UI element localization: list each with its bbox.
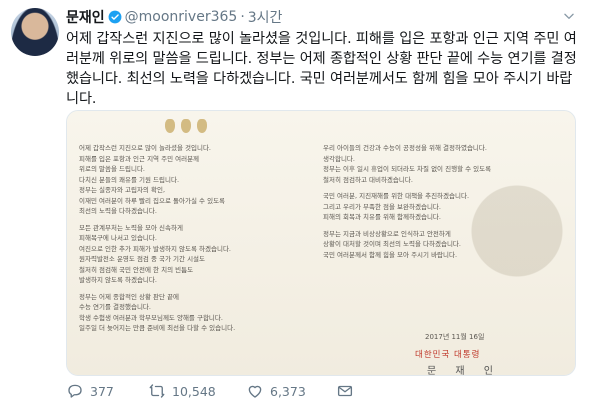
- presidential-emblem-icon: [165, 119, 207, 133]
- letter-line: 다치신 분들의 쾌유를 기원 드립니다.: [79, 175, 180, 184]
- tweet-text: 어제 갑작스런 지진으로 많이 놀라셨을 것입니다. 피해를 입은 포항과 인근…: [66, 31, 577, 107]
- user-handle[interactable]: @moonriver365: [125, 9, 238, 25]
- letter-line: 우리 아이들의 건강과 수능이 공정성을 위해 결정하였습니다.: [323, 144, 487, 152]
- letter-right-column: 우리 아이들의 건강과 수능이 공정성을 위해 결정하였습니다. 생각합니다. 정부…: [323, 143, 523, 260]
- envelope-icon: [337, 385, 353, 397]
- retweet-icon: [149, 384, 165, 398]
- letter-line: 생각합니다.: [323, 154, 355, 163]
- letter-line: 상황이 대처할 것이며 최선의 노력을 다하겠습니다.: [323, 240, 461, 248]
- retweet-count: 10,548: [172, 383, 216, 399]
- like-action[interactable]: 6,373: [246, 382, 336, 400]
- letter-left-column: 어제 갑작스런 지진으로 많이 놀라셨을 것입니다. 피해를 입은 포항과 인근 …: [79, 143, 279, 334]
- letter-image: 어제 갑작스런 지진으로 많이 놀라셨을 것입니다. 피해를 입은 포항과 인근 …: [67, 111, 575, 375]
- reply-action[interactable]: 377: [66, 382, 148, 400]
- verified-badge-icon: [108, 10, 122, 24]
- separator-dot: ·: [240, 9, 245, 25]
- like-count: 6,373: [270, 383, 306, 399]
- letter-line: 여진으로 인한 추가 피해가 발생하지 않도록 하겠습니다.: [79, 244, 232, 253]
- letter-line: 국민 여러분, 지진재해를 위한 대책을 추진하겠습니다.: [323, 192, 470, 200]
- letter-date: 2017년 11월 16일: [425, 333, 485, 341]
- tweet-header: 문재인 @moonriver365 · 3시간: [66, 7, 282, 27]
- letter-line: 정부는 지금과 비상상황으로 인식하고 안전하게: [323, 229, 451, 238]
- heart-icon: [248, 385, 262, 398]
- letter-line: 그리고 우리가 부족한 점을 보완하겠습니다.: [323, 202, 441, 211]
- letter-line: 철저히 점검하고 대비하겠습니다.: [323, 175, 413, 184]
- letter-line: 피해복구에 나서고 있습니다.: [79, 234, 157, 242]
- avatar[interactable]: [11, 8, 59, 56]
- letter-line: 발생하지 않도록 하겠습니다.: [79, 276, 157, 284]
- letter-line: 원자력발전소 운영도 점검 중 국가 기간 시설도: [79, 255, 206, 263]
- display-name[interactable]: 문재인: [66, 7, 105, 27]
- chevron-down-icon[interactable]: [562, 9, 576, 23]
- letter-line: 모든 관계부처는 노력을 모아 신속하게: [79, 223, 183, 232]
- letter-line: 정부는 실종자와 고립자의 확인,: [79, 186, 166, 194]
- letter-line: 정부는 이후 일시 휴업이 되더라도 차질 없이 진행할 수 있도록: [323, 165, 492, 173]
- direct-message-action[interactable]: [336, 382, 360, 400]
- letter-line: 정부는 어제 종합적인 상황 판단 끝에: [79, 292, 180, 301]
- letter-line: 위로의 말씀을 드립니다.: [79, 165, 145, 173]
- tweet-actions: 377 10,548 6,373: [66, 382, 360, 400]
- reply-icon: [68, 384, 82, 398]
- letter-line: 국민 여러분께서 함께 힘을 모아 주시기 바랍니다.: [323, 250, 458, 259]
- letter-line: 수능 연기를 결정했습니다.: [79, 303, 151, 311]
- retweet-action[interactable]: 10,548: [148, 382, 246, 400]
- signature-title: 대한민국 대통령: [415, 350, 481, 360]
- letter-line: 이재민 여러분이 하루 빨리 집으로 돌아가실 수 있도록: [79, 196, 226, 205]
- tweet-image[interactable]: 어제 갑작스런 지진으로 많이 놀라셨을 것입니다. 피해를 입은 포항과 인근 …: [66, 110, 576, 376]
- reply-count: 377: [90, 383, 114, 399]
- letter-line: 일주일 더 늦어지는 만큼 준비에 최선을 다할 수 있습니다.: [79, 324, 236, 332]
- letter-line: 피해의 회복과 치유를 위해 함께하겠습니다.: [323, 213, 441, 221]
- signature-name: 문 재 인: [427, 366, 501, 376]
- letter-line: 철저히 점검해 국민 안전에 한 치의 빈틈도: [79, 265, 194, 274]
- letter-line: 최선의 노력을 다하겠습니다.: [79, 207, 157, 215]
- letter-line: 학생 수험생 여러분과 학부모님께도 양해를 구합니다.: [79, 313, 223, 322]
- timestamp[interactable]: 3시간: [248, 7, 283, 27]
- letter-line: 어제 갑작스런 지진으로 많이 놀라셨을 것입니다.: [79, 144, 211, 152]
- letter-line: 피해를 입은 포항과 인근 지역 주민 여러분께: [79, 154, 200, 163]
